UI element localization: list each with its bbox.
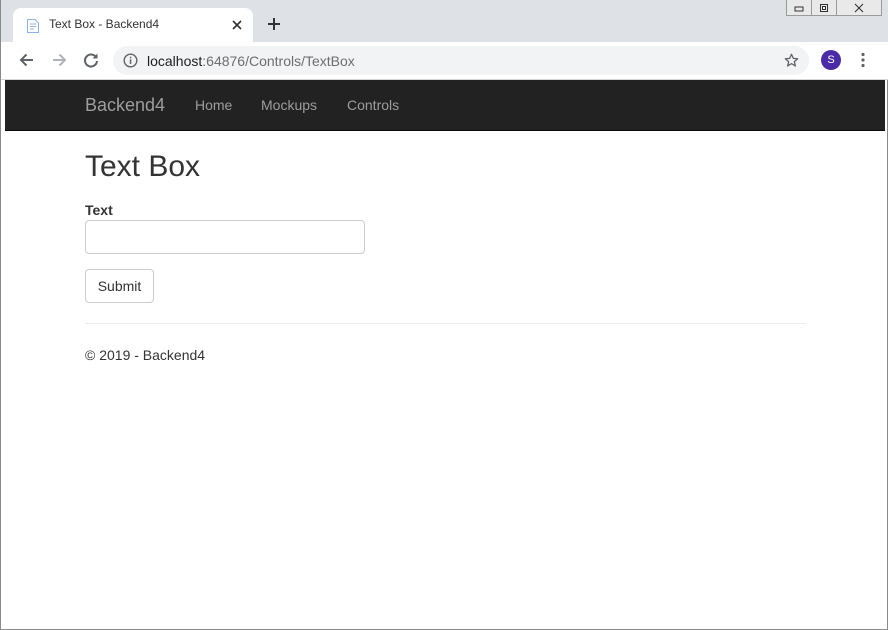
minimize-button[interactable] [786, 0, 812, 16]
tab-title: Text Box - Backend4 [49, 17, 160, 31]
tab-strip: Text Box - Backend4 [1, 0, 888, 42]
submit-button[interactable]: Submit [85, 269, 154, 303]
browser-window: Text Box - Backend4 localhost:64876/Cont… [0, 0, 888, 630]
restore-icon [820, 3, 828, 12]
footer-divider [85, 323, 806, 324]
star-icon[interactable] [783, 52, 800, 69]
page-title: Text Box [85, 150, 201, 183]
url-host: localhost [147, 53, 203, 69]
browser-tab[interactable]: Text Box - Backend4 [13, 8, 253, 42]
window-controls [786, 0, 882, 16]
nav-link-controls[interactable]: Controls [347, 97, 399, 113]
navbar-brand[interactable]: Backend4 [85, 95, 165, 116]
nav-link-home[interactable]: Home [195, 97, 232, 113]
profile-avatar[interactable]: S [821, 50, 841, 70]
restore-button[interactable] [811, 0, 837, 16]
arrow-left-icon[interactable] [18, 51, 36, 69]
close-icon[interactable] [231, 19, 243, 31]
url-path: :64876/Controls/TextBox [202, 53, 355, 69]
arrow-right-icon[interactable] [50, 51, 68, 69]
text-field-label: Text [85, 202, 113, 218]
window-close-button[interactable] [836, 0, 882, 16]
kebab-menu-icon[interactable] [857, 52, 869, 68]
page-favicon-icon [27, 19, 39, 33]
nav-link-mockups[interactable]: Mockups [261, 97, 317, 113]
address-bar[interactable]: localhost:64876/Controls/TextBox [113, 46, 809, 75]
minimize-icon [794, 6, 804, 11]
reload-icon[interactable] [82, 51, 100, 69]
url-text: localhost:64876/Controls/TextBox [147, 53, 355, 69]
browser-toolbar: localhost:64876/Controls/TextBox [1, 42, 888, 80]
text-input[interactable] [85, 220, 365, 254]
footer-copyright: © 2019 - Backend4 [85, 347, 206, 363]
info-icon[interactable] [123, 53, 138, 68]
site-navbar: Backend4 Home Mockups Controls [5, 80, 885, 131]
plus-icon[interactable] [267, 17, 281, 31]
close-window-icon [854, 3, 864, 12]
